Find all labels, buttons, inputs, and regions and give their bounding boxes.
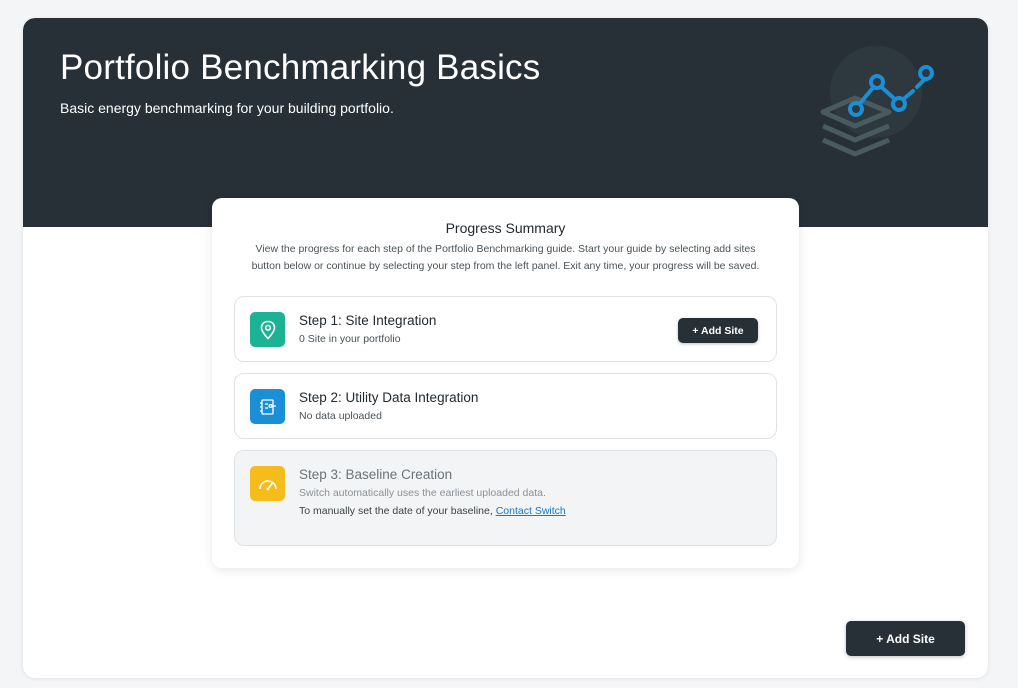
baseline-note-text: To manually set the date of your baselin… [299, 505, 493, 517]
step-subtitle: No data uploaded [299, 410, 382, 422]
baseline-note: To manually set the date of your baselin… [299, 505, 566, 517]
page-subtitle: Basic energy benchmarking for your build… [60, 100, 394, 116]
step-title: Step 3: Baseline Creation [299, 467, 453, 482]
step-title: Step 1: Site Integration [299, 313, 437, 328]
location-pin-icon [250, 312, 285, 347]
main-card: Portfolio Benchmarking Basics Basic ener… [23, 18, 988, 678]
step-subtitle: Switch automatically uses the earliest u… [299, 487, 546, 499]
gauge-icon [250, 466, 285, 501]
contact-switch-link[interactable]: Contact Switch [496, 505, 566, 517]
step-site-integration[interactable]: Step 1: Site Integration 0 Site in your … [234, 296, 777, 362]
step-subtitle: 0 Site in your portfolio [299, 333, 401, 345]
progress-summary-description: View the progress for each step of the P… [251, 243, 760, 272]
layers-chart-icon [820, 46, 934, 157]
step-baseline-creation[interactable]: Step 3: Baseline Creation Switch automat… [234, 450, 777, 546]
add-site-button[interactable]: + Add Site [678, 318, 758, 343]
add-site-footer-button[interactable]: + Add Site [846, 621, 965, 656]
progress-summary-title: Progress Summary [445, 220, 566, 236]
step-title: Step 2: Utility Data Integration [299, 390, 479, 405]
step-utility-data-integration[interactable]: Step 2: Utility Data Integration No data… [234, 373, 777, 439]
progress-summary-panel: Progress Summary View the progress for e… [212, 198, 799, 568]
page-title: Portfolio Benchmarking Basics [60, 48, 541, 87]
data-integration-icon [250, 389, 285, 424]
